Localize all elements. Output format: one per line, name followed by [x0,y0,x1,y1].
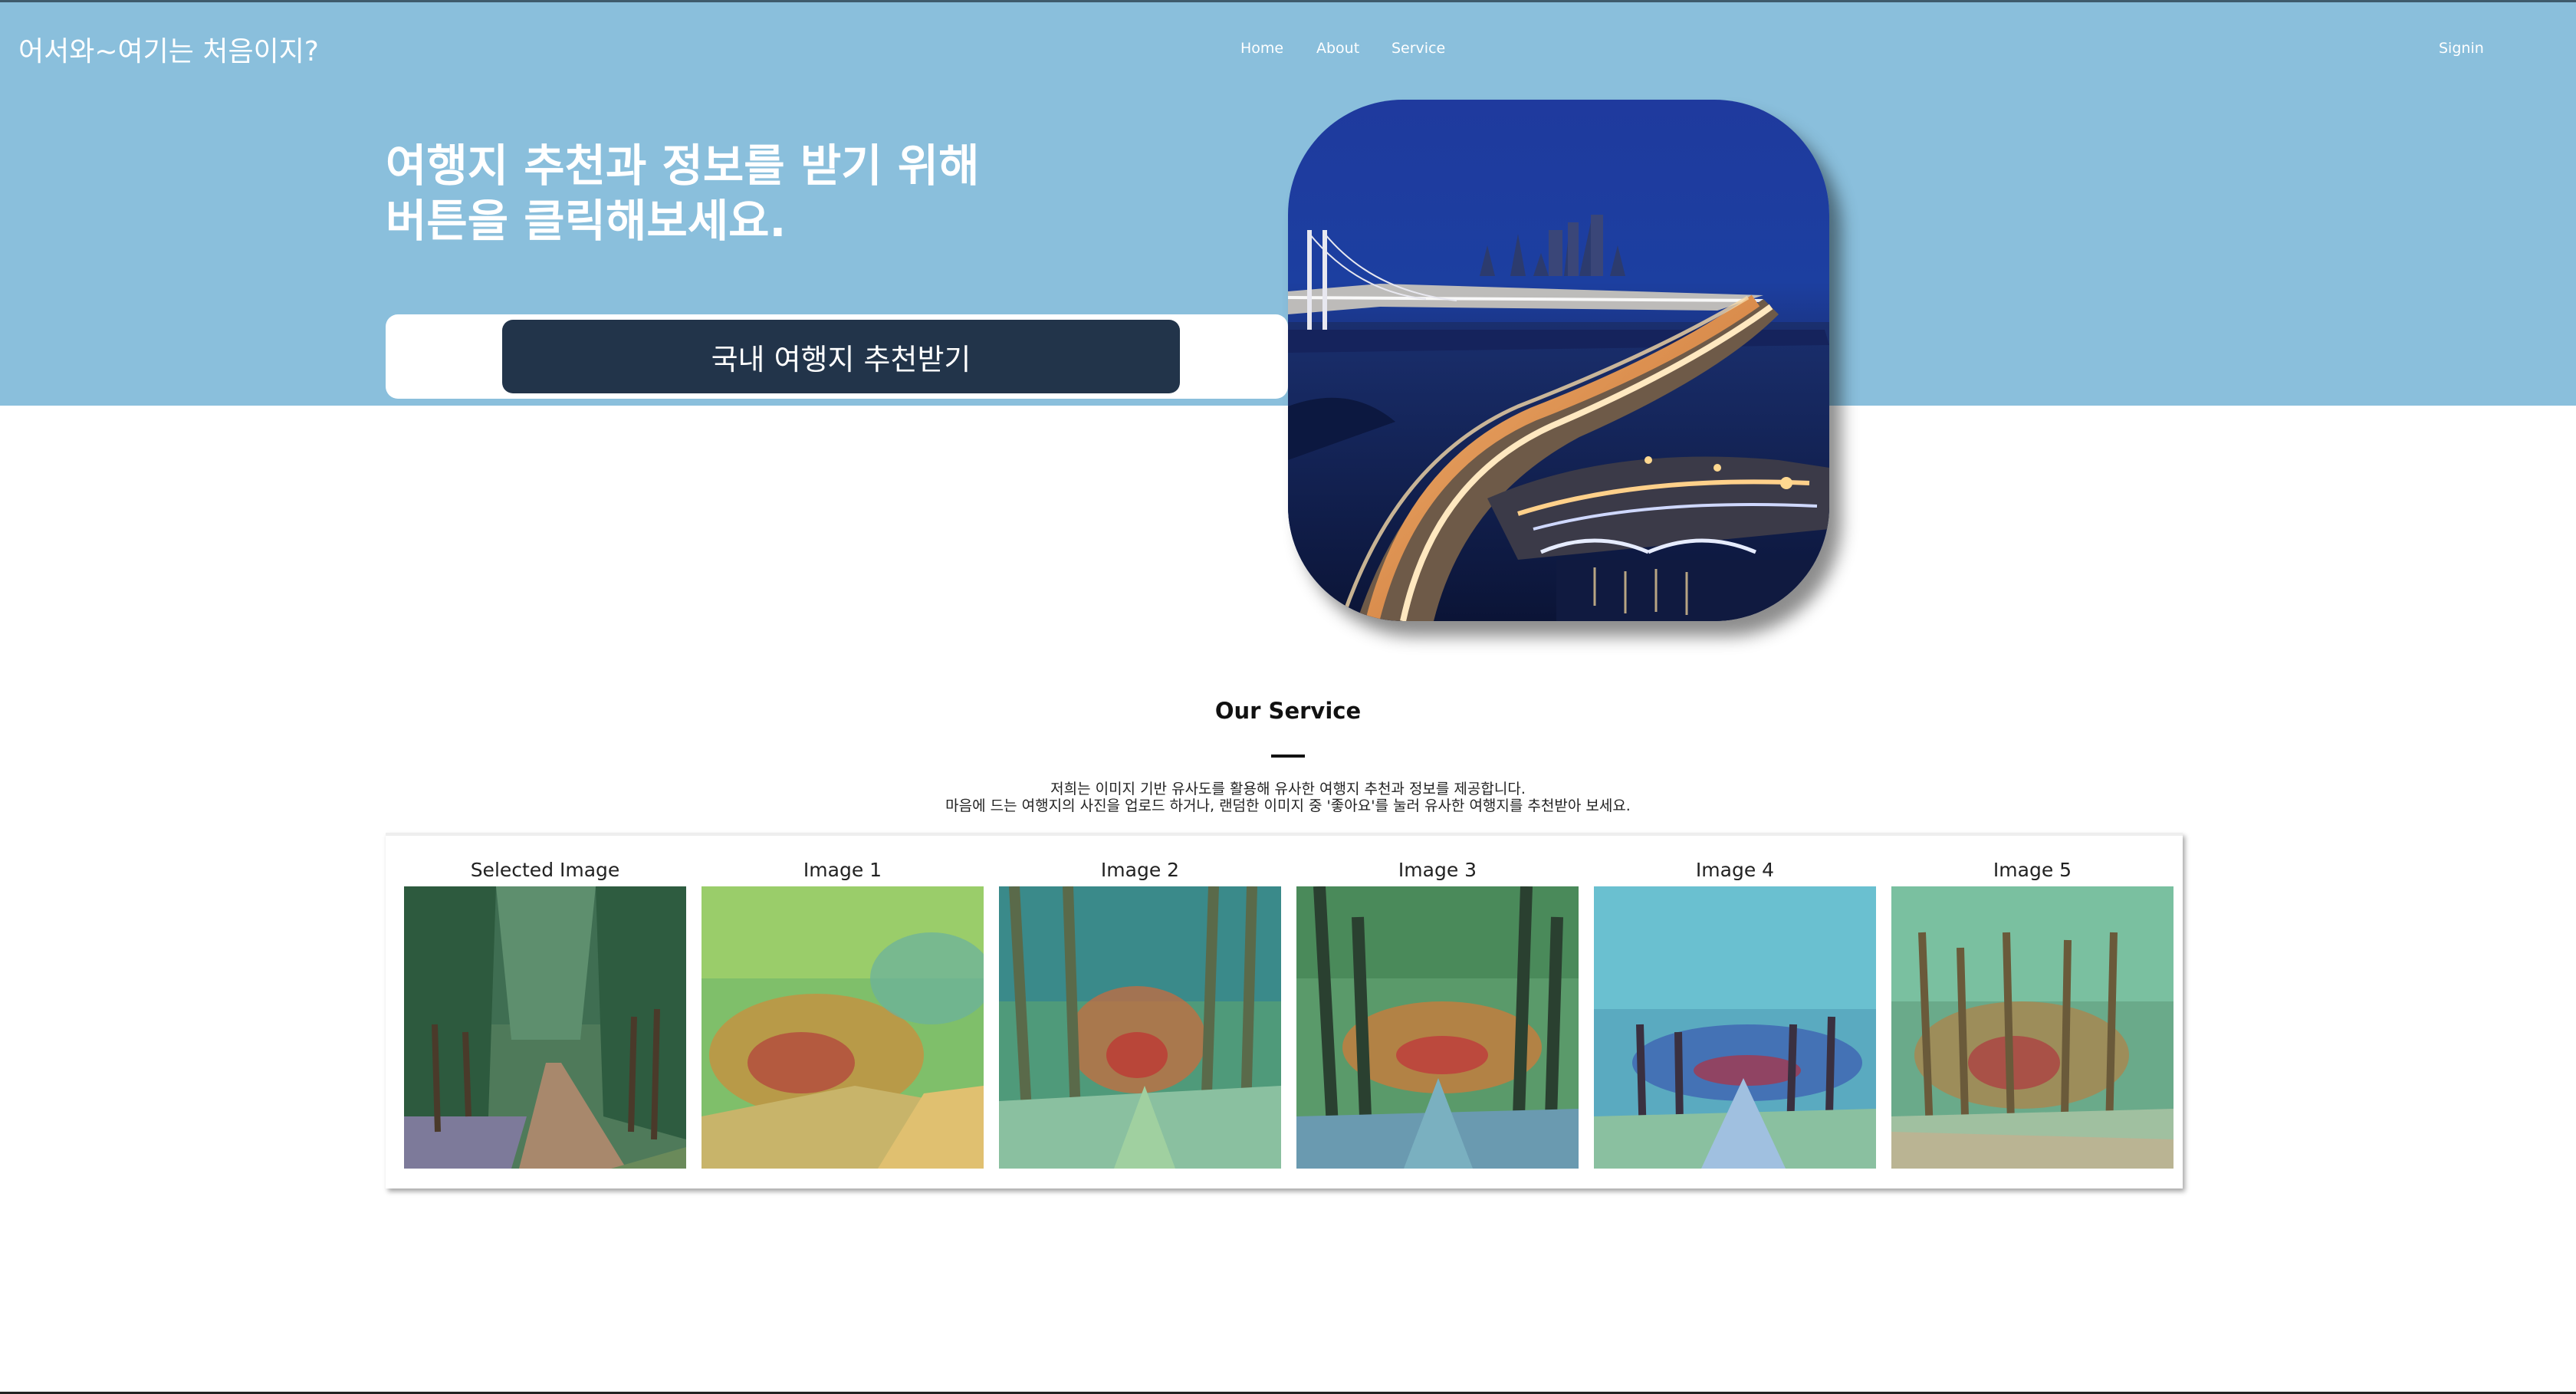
gallery-card-5[interactable]: Image 5 [1891,857,2174,1169]
headline-line-1: 여행지 추천과 정보를 받기 위해 [386,140,980,192]
result-gallery: Selected Image Image 1 Image 2 Image 3 I… [386,833,2183,1189]
headline-line-2: 버튼을 클릭해보세요. [386,195,787,247]
card-label: Selected Image [470,859,620,881]
service-desc-line-2: 마음에 드는 여행지의 사진을 업로드 하거나, 랜덤한 이미지 중 '좋아요'… [945,797,1631,814]
cta-container: 국내 여행지 추천받기 [386,314,1288,399]
gallery-card-selected[interactable]: Selected Image [404,857,686,1169]
selected-image [404,886,686,1169]
card-label: Image 3 [1398,859,1477,881]
result-image-5 [1891,886,2174,1169]
gallery-card-4[interactable]: Image 4 [1594,857,1876,1169]
service-description: 저희는 이미지 기반 유사도를 활용해 유사한 여행지 추천과 정보를 제공합니… [0,781,2576,814]
card-label: Image 1 [803,859,882,881]
title-underline [1271,755,1305,758]
nav-about[interactable]: About [1316,40,1359,57]
hero-headline: 여행지 추천과 정보를 받기 위해 버튼을 클릭해보세요. [386,138,1076,248]
nav-service[interactable]: Service [1392,40,1445,57]
result-image-4 [1594,886,1876,1169]
gallery-card-3[interactable]: Image 3 [1296,857,1579,1169]
result-image-2 [999,886,1281,1169]
gallery-card-1[interactable]: Image 1 [702,857,984,1169]
hero-bridge-image [1288,100,1829,621]
card-label: Image 5 [1993,859,2072,881]
card-label: Image 2 [1100,859,1180,881]
service-desc-line-1: 저희는 이미지 기반 유사도를 활용해 유사한 여행지 추천과 정보를 제공합니… [1050,781,1526,797]
nav-home[interactable]: Home [1240,40,1283,57]
recommend-button[interactable]: 국내 여행지 추천받기 [502,320,1180,393]
gallery-card-2[interactable]: Image 2 [999,857,1281,1169]
result-image-1 [702,886,984,1169]
card-label: Image 4 [1695,859,1775,881]
service-title: Our Service [1214,698,1362,724]
signin-link[interactable]: Signin [2439,40,2484,57]
brand-title[interactable]: 어서와~여기는 처음이지? [18,29,319,69]
result-image-3 [1296,886,1579,1169]
